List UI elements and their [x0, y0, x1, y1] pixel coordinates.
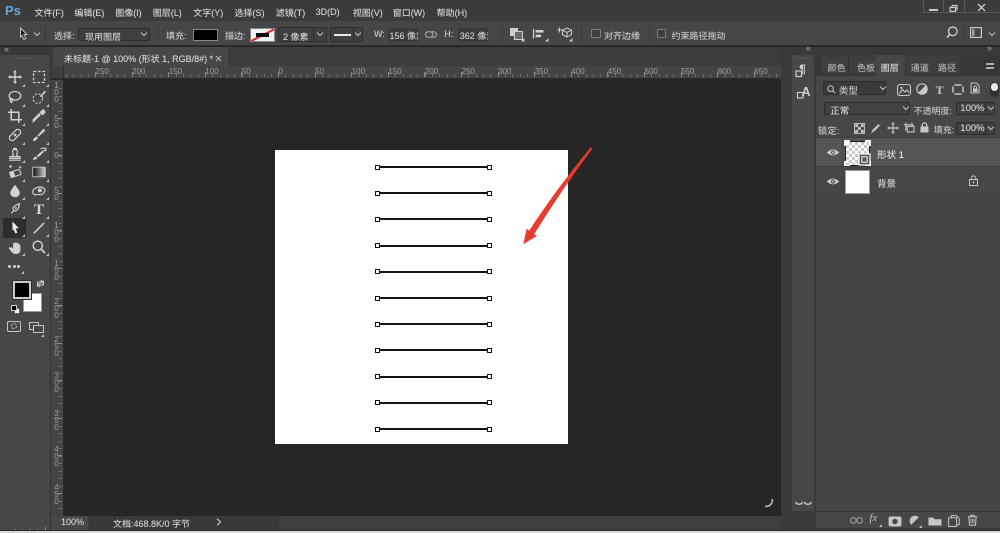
svg-text:T: T — [33, 202, 43, 217]
